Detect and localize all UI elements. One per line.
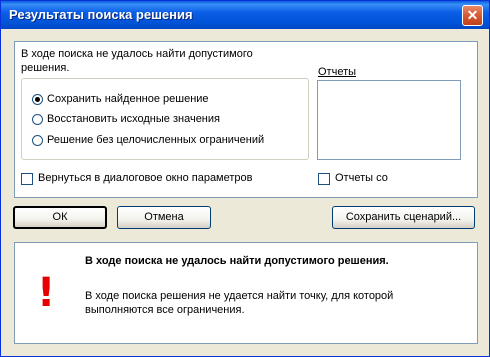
message-heading: В ходе поиска не удалось найти допустимо… [85, 255, 389, 267]
save-scenario-button[interactable]: Сохранить сценарий... [332, 206, 475, 229]
close-button[interactable]: ✕ [462, 5, 483, 26]
radio-button[interactable] [32, 94, 43, 105]
cancel-button[interactable]: Отмена [117, 206, 211, 229]
radio-label[interactable]: Решение без целочисленных ограничений [47, 134, 264, 146]
radio-label[interactable]: Сохранить найденное решение [47, 93, 209, 105]
status-message-line2: решения. [21, 62, 70, 74]
checkbox-label[interactable]: Вернуться в диалоговое окно параметров [38, 172, 253, 184]
radio-button[interactable] [32, 135, 43, 146]
checkbox[interactable] [318, 173, 330, 185]
ok-button[interactable]: ОК [13, 206, 107, 229]
message-body-line1: В ходе поиска решения не удается найти т… [85, 290, 394, 302]
reports-listbox[interactable] [317, 80, 461, 160]
reports-label: Отчеты [318, 66, 357, 78]
close-icon: ✕ [466, 7, 479, 23]
status-message: В ходе поиска не удалось найти допустимо… [21, 48, 253, 60]
radio-button[interactable] [32, 114, 43, 125]
radio-label[interactable]: Восстановить исходные значения [47, 113, 220, 125]
exclamation-icon: ! [37, 270, 56, 316]
dialog-window: Результаты поиска решения ✕ В ходе поиск… [0, 0, 490, 357]
message-panel: ! В ходе поиска не удалось найти допусти… [14, 242, 478, 344]
message-body-line2: выполняются все ограничения. [85, 304, 245, 316]
checkbox-label[interactable]: Отчеты со [335, 172, 388, 184]
window-title: Результаты поиска решения [9, 7, 193, 22]
title-bar[interactable]: Результаты поиска решения ✕ [1, 1, 489, 29]
checkbox[interactable] [21, 173, 33, 185]
options-panel: В ходе поиска не удалось найти допустимо… [14, 41, 478, 198]
